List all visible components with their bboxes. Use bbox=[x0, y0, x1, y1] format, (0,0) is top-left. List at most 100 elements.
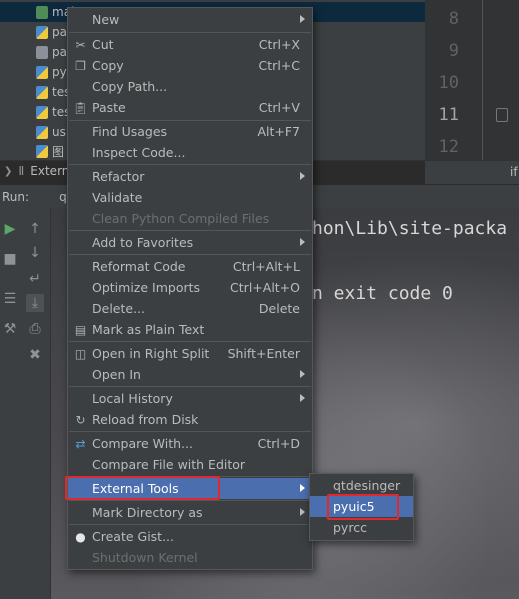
external-tools-submenu: qtdesinger pyuic5 pyrcc bbox=[309, 473, 414, 541]
submenu-arrow-icon bbox=[300, 394, 305, 402]
submenu-arrow-icon bbox=[300, 370, 305, 378]
submenu-arrow-icon bbox=[300, 172, 305, 180]
copy-icon: ❐ bbox=[75, 58, 86, 73]
menu-separator bbox=[69, 164, 311, 165]
shortcut-label: Alt+F7 bbox=[257, 124, 300, 139]
menu-separator bbox=[69, 341, 311, 342]
menu-item-add-to-favorites[interactable]: Add to Favorites bbox=[68, 232, 312, 253]
gutter-divider bbox=[482, 0, 483, 160]
run-icon[interactable]: ▶ bbox=[1, 220, 19, 238]
pin-icon[interactable]: ⚒ bbox=[1, 320, 19, 338]
menu-item-refactor[interactable]: Refactor bbox=[68, 166, 312, 187]
project-file-item[interactable]: pa bbox=[36, 42, 67, 62]
editor-gutter: 8 9 10 11 12 bbox=[425, 0, 519, 160]
submenu-item-qtdesinger[interactable]: qtdesinger bbox=[310, 475, 413, 496]
clipboard-icon: 📋︎ bbox=[72, 100, 89, 115]
file-name: pa bbox=[52, 45, 67, 59]
menu-separator bbox=[69, 230, 311, 231]
stop-icon[interactable]: ■ bbox=[1, 250, 19, 268]
menu-item-open-in-right-split[interactable]: ◫ Open in Right Split Shift+Enter bbox=[68, 343, 312, 364]
menu-item-delete[interactable]: Delete... Delete bbox=[68, 298, 312, 319]
menu-item-copy-path[interactable]: Copy Path... bbox=[68, 76, 312, 97]
exe-file-icon bbox=[36, 5, 48, 19]
submenu-arrow-icon bbox=[300, 508, 305, 516]
menu-item-mark-as-plain-text[interactable]: ▤ Mark as Plain Text bbox=[68, 319, 312, 340]
text-file-icon bbox=[36, 45, 48, 59]
menu-item-inspect-code[interactable]: Inspect Code... bbox=[68, 142, 312, 163]
submenu-item-pyrcc[interactable]: pyrcc bbox=[310, 517, 413, 538]
arrow-down-icon[interactable]: ↓ bbox=[26, 244, 44, 262]
menu-item-find-usages[interactable]: Find Usages Alt+F7 bbox=[68, 121, 312, 142]
plain-text-icon: ▤ bbox=[74, 322, 87, 337]
run-config-tab[interactable]: q bbox=[59, 190, 67, 204]
python-file-icon bbox=[36, 65, 48, 79]
arrow-up-icon[interactable]: ↑ bbox=[26, 220, 44, 238]
shortcut-label: Ctrl+C bbox=[258, 58, 300, 73]
breadcrumb-item[interactable]: if bbox=[510, 165, 518, 179]
menu-item-create-gist[interactable]: ● Create Gist... bbox=[68, 526, 312, 547]
line-number: 8 bbox=[448, 9, 459, 29]
split-icon: ◫ bbox=[74, 346, 87, 361]
line-number: 10 bbox=[438, 73, 459, 93]
shortcut-label: Delete bbox=[258, 301, 300, 316]
trash-icon[interactable]: ✖ bbox=[26, 346, 44, 364]
menu-item-optimize-imports[interactable]: Optimize Imports Ctrl+Alt+O bbox=[68, 277, 312, 298]
menu-item-new[interactable]: New bbox=[68, 9, 312, 30]
menu-separator bbox=[69, 254, 311, 255]
project-file-item[interactable]: us bbox=[36, 122, 66, 142]
menu-item-local-history[interactable]: Local History bbox=[68, 388, 312, 409]
python-file-icon bbox=[36, 105, 48, 119]
red-highlight-box bbox=[65, 476, 220, 500]
file-name: pa bbox=[52, 25, 67, 39]
menu-item-reformat-code[interactable]: Reformat Code Ctrl+Alt+L bbox=[68, 256, 312, 277]
shortcut-label: Ctrl+D bbox=[257, 436, 300, 451]
menu-separator bbox=[69, 500, 311, 501]
menu-item-compare-file-with-editor[interactable]: Compare File with Editor bbox=[68, 454, 312, 475]
project-file-item[interactable]: py bbox=[36, 62, 67, 82]
layout-icon[interactable]: ☰ bbox=[1, 290, 19, 308]
editor-breadcrumb-strip: if bbox=[425, 160, 519, 185]
project-context-menu: New ✂ Cut Ctrl+X ❐ Copy Ctrl+C Copy Path… bbox=[65, 7, 313, 570]
run-toolbar: ↑ ↓ ↵ ⤓ ⎙ ✖ bbox=[20, 208, 51, 599]
print-icon[interactable]: ⎙ bbox=[26, 320, 44, 338]
shortcut-label: Ctrl+V bbox=[258, 100, 300, 115]
submenu-arrow-icon bbox=[300, 484, 305, 492]
run-label: Run: bbox=[2, 190, 30, 204]
line-number: 12 bbox=[438, 137, 459, 157]
menu-item-reload-from-disk[interactable]: ↻ Reload from Disk bbox=[68, 409, 312, 430]
shortcut-label: Shift+Enter bbox=[227, 346, 300, 361]
menu-item-compare-with[interactable]: ⇄ Compare With... Ctrl+D bbox=[68, 433, 312, 454]
menu-item-validate[interactable]: Validate bbox=[68, 187, 312, 208]
project-file-item[interactable]: tes bbox=[36, 102, 70, 122]
project-file-item[interactable]: pa bbox=[36, 22, 67, 42]
current-line-number: 11 bbox=[438, 105, 459, 125]
run-toolbar-primary: ▶ ■ ☰ ⚒ bbox=[0, 208, 20, 599]
menu-separator bbox=[69, 524, 311, 525]
menu-item-copy[interactable]: ❐ Copy Ctrl+C bbox=[68, 55, 312, 76]
file-name: py bbox=[52, 65, 67, 79]
shortcut-label: Ctrl+Alt+L bbox=[232, 259, 300, 274]
chevron-right-icon: ❯ bbox=[4, 165, 13, 177]
menu-item-mark-directory-as[interactable]: Mark Directory as bbox=[68, 502, 312, 523]
project-file-item[interactable]: tes bbox=[36, 82, 70, 102]
line-number: 9 bbox=[448, 41, 459, 61]
menu-separator bbox=[69, 32, 311, 33]
github-icon: ● bbox=[75, 529, 86, 544]
bookmark-icon[interactable] bbox=[496, 108, 508, 122]
scissors-icon: ✂ bbox=[75, 37, 86, 52]
python-file-icon bbox=[36, 144, 48, 158]
python-file-icon bbox=[36, 25, 48, 39]
menu-item-open-in[interactable]: Open In bbox=[68, 364, 312, 385]
file-name: us bbox=[52, 125, 66, 139]
compare-icon: ⇄ bbox=[75, 436, 86, 451]
shortcut-label: Ctrl+X bbox=[258, 37, 300, 52]
shortcut-label: Ctrl+Alt+O bbox=[230, 280, 300, 295]
soft-wrap-icon[interactable]: ↵ bbox=[26, 270, 44, 288]
menu-item-paste[interactable]: 📋︎ Paste Ctrl+V bbox=[68, 97, 312, 118]
project-file-item[interactable]: 图 bbox=[36, 141, 64, 161]
console-line: n exit code 0 bbox=[312, 283, 453, 304]
scroll-to-end-icon[interactable]: ⤓ bbox=[26, 294, 44, 312]
menu-item-cut[interactable]: ✂ Cut Ctrl+X bbox=[68, 34, 312, 55]
submenu-arrow-icon bbox=[300, 238, 305, 246]
console-line: hon\Lib\site-packa bbox=[312, 218, 508, 239]
